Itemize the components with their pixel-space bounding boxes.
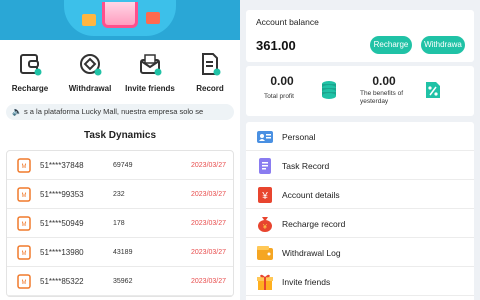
nav-label: Task Record — [282, 161, 330, 171]
amount: 69749 — [113, 162, 133, 169]
quick-menu: Recharge Withdrawal Invite friends Recor… — [0, 52, 240, 102]
date: 2023/03/27 — [191, 191, 227, 198]
total-profit-label: Total profit — [264, 93, 294, 100]
balance-card: Account balance 361.00 Recharge Withdraw… — [246, 10, 474, 62]
stats-card: 0.00 Total profit 0.00 The benefits of ye… — [246, 66, 474, 116]
nav-label: Withdrawal Log — [282, 248, 341, 258]
svg-text:M: M — [22, 280, 27, 286]
nav-label: Personal — [282, 132, 316, 142]
amount: 178 — [113, 220, 125, 227]
list-item: M 51****99353 232 2023/03/27 — [7, 180, 233, 209]
avatar-icon: M — [17, 245, 31, 260]
nav-item-personal[interactable]: Personal — [246, 122, 474, 151]
user-id: 51****99353 — [40, 190, 84, 199]
yesterday-benefit-value: 0.00 — [372, 74, 396, 88]
task-record-icon — [259, 158, 271, 174]
gift-icon — [257, 274, 273, 290]
nav-label: Recharge record — [282, 219, 346, 229]
avatar-icon: M — [17, 216, 31, 231]
yen-icon: ¥ — [258, 187, 272, 203]
nav-item-withdrawal-log[interactable]: Withdrawal Log — [246, 238, 474, 267]
avatar-icon: M — [17, 274, 31, 289]
svg-text:M: M — [22, 164, 27, 170]
record-icon — [202, 53, 221, 76]
menu-label: Recharge — [11, 84, 49, 93]
percent-document-icon — [426, 82, 440, 98]
balance-label: Account balance — [256, 17, 319, 27]
date: 2023/03/27 — [191, 278, 227, 285]
menu-recharge[interactable]: Recharge — [0, 52, 60, 93]
nav-item-account-details[interactable]: ¥ Account details — [246, 180, 474, 209]
svg-text:¥: ¥ — [261, 191, 268, 202]
total-profit-value: 0.00 — [270, 74, 294, 88]
amount: 43189 — [113, 249, 133, 256]
list-item: M 51****85322 35962 2023/03/27 — [7, 267, 233, 296]
wallet-icon — [20, 54, 42, 76]
date: 2023/03/27 — [191, 249, 227, 256]
withdraw-icon — [80, 54, 102, 76]
yesterday-label-line1: The benefits of — [360, 90, 403, 97]
gift-box-icon — [146, 12, 160, 24]
nav-label: Account details — [282, 190, 340, 200]
nav-item-task-record[interactable]: Task Record — [246, 151, 474, 180]
yesterday-benefit-label: The benefits of yesterday — [360, 90, 403, 106]
account-nav: Personal Task Record ¥ Account details ¥ — [246, 122, 474, 300]
user-id: 51****50949 — [40, 219, 84, 228]
nav-item-recharge-record[interactable]: ¥ Recharge record — [246, 209, 474, 238]
menu-invite-friends[interactable]: Invite friends — [120, 52, 180, 93]
envelope-icon — [140, 54, 162, 76]
date: 2023/03/27 — [191, 220, 227, 227]
list-item: M 51****13980 43189 2023/03/27 — [7, 238, 233, 267]
recharge-button[interactable]: Recharge — [370, 36, 412, 54]
svg-text:M: M — [22, 251, 27, 257]
yesterday-label-line2: yesterday — [360, 98, 389, 105]
menu-record[interactable]: Record — [180, 52, 240, 93]
notice-text: s a la plataforma Lucky Mall, nuestra em… — [23, 107, 204, 116]
amount: 35962 — [113, 278, 133, 285]
speaker-icon: 🔈 — [12, 107, 22, 116]
coin-stack-icon — [322, 81, 336, 99]
user-id: 51****37848 — [40, 161, 84, 170]
withdraw-button[interactable]: Withdrawa — [421, 36, 465, 54]
money-bag-icon: ¥ — [258, 217, 272, 232]
notice-marquee[interactable]: 🔈 s a la plataforma Lucky Mall, nuestra e… — [6, 104, 234, 120]
svg-text:¥: ¥ — [263, 224, 267, 231]
menu-label: Invite friends — [125, 84, 175, 93]
avatar-icon: M — [17, 187, 31, 202]
list-item: M 51****50949 178 2023/03/27 — [7, 209, 233, 238]
list-item: M 51****37848 69749 2023/03/27 — [7, 151, 233, 180]
gift-box-icon — [82, 14, 96, 26]
menu-label: Record — [196, 84, 224, 93]
svg-text:M: M — [22, 193, 27, 199]
balance-value: 361.00 — [256, 38, 296, 53]
user-id: 51****85322 — [40, 277, 84, 286]
account-panel: Account balance 361.00 Recharge Withdraw… — [246, 0, 480, 300]
wallet-icon — [257, 246, 273, 260]
avatar-icon: M — [17, 158, 31, 173]
date: 2023/03/27 — [191, 162, 227, 169]
nav-item-invite-friends[interactable]: Invite friends — [246, 267, 474, 296]
user-id: 51****13980 — [40, 248, 84, 257]
amount: 232 — [113, 191, 125, 198]
user-card-icon — [257, 131, 273, 143]
svg-text:M: M — [22, 222, 27, 228]
shopping-cart-icon — [102, 2, 138, 28]
task-dynamics-list: M 51****37848 69749 2023/03/27 M 51****9… — [6, 150, 234, 297]
promo-banner[interactable] — [0, 0, 240, 40]
menu-label: Withdrawal — [68, 84, 112, 93]
menu-withdrawal[interactable]: Withdrawal — [60, 52, 120, 93]
task-dynamics-title: Task Dynamics — [83, 130, 157, 141]
nav-label: Invite friends — [282, 277, 331, 287]
home-panel: Recharge Withdrawal Invite friends Recor… — [0, 0, 240, 300]
